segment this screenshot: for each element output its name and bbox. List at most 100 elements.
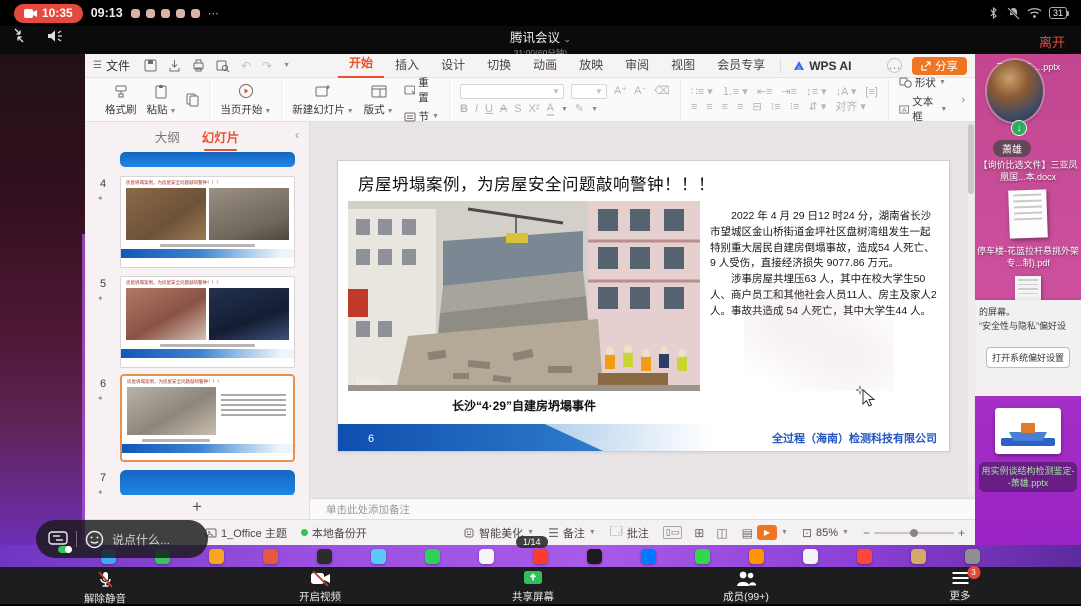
dock-app-icon[interactable] bbox=[857, 549, 872, 564]
line-spacing-icon[interactable]: ↕≡ ▾ bbox=[806, 87, 827, 98]
font-name-select[interactable]: ▼ bbox=[460, 84, 564, 99]
slide-6-thumbnail-selected[interactable]: 房屋坍塌案例，为房屋安全问题敲响警钟！！！ bbox=[120, 374, 295, 462]
notes-bar[interactable]: 单击此处添加备注 bbox=[310, 498, 975, 519]
play-from-current-button[interactable]: 当页开始 ▼ bbox=[220, 83, 271, 117]
tab-view[interactable]: 视图 bbox=[660, 52, 706, 78]
increase-indent-icon[interactable]: ⇥≡ bbox=[781, 87, 797, 98]
print-icon[interactable] bbox=[192, 59, 205, 72]
layout-button[interactable]: 版式 ▼ bbox=[364, 83, 394, 117]
meeting-title[interactable]: 腾讯会议 ⌄ bbox=[0, 27, 1081, 46]
copy-button[interactable] bbox=[186, 85, 199, 115]
justify-icon[interactable]: ≡ bbox=[737, 102, 743, 113]
dock-app-icon[interactable] bbox=[695, 549, 710, 564]
add-slide-button[interactable]: + bbox=[85, 495, 309, 519]
clear-format-icon[interactable]: ⌫ bbox=[654, 86, 670, 97]
zoom-in-icon[interactable]: + bbox=[958, 526, 965, 540]
slide-7-thumbnail-partial[interactable] bbox=[120, 470, 295, 495]
tab-home[interactable]: 开始 bbox=[338, 50, 384, 78]
save-icon[interactable] bbox=[144, 59, 157, 72]
chevron-down-icon[interactable]: ▼ bbox=[283, 62, 290, 69]
tab-animation[interactable]: 动画 bbox=[522, 52, 568, 78]
desktop-file-pptx2[interactable]: 用实例谈结构检测鉴定--萧雄.pptx bbox=[979, 462, 1077, 492]
chevron-down-icon[interactable]: ▼ bbox=[781, 529, 788, 536]
pptx2-thumbnail[interactable] bbox=[995, 408, 1061, 454]
tab-review[interactable]: 审阅 bbox=[614, 52, 660, 78]
distribute-icon[interactable]: ⊟ bbox=[753, 102, 762, 113]
paragraph-spacing-icon[interactable]: ⇵ ▾ bbox=[809, 102, 827, 113]
download-icon[interactable]: ↓ bbox=[1011, 120, 1027, 136]
indent-more-icon[interactable]: ⁝≡ bbox=[771, 102, 781, 113]
decrease-font-icon[interactable]: A⁻ bbox=[634, 86, 647, 97]
undo-icon[interactable]: ↶ bbox=[241, 59, 251, 73]
tab-membership[interactable]: 会员专享 bbox=[706, 52, 776, 78]
zoom-level[interactable]: 85% bbox=[816, 527, 838, 539]
paste-button[interactable]: 粘贴 ▼ bbox=[147, 83, 177, 117]
slide-4-thumbnail[interactable]: 房屋坍塌案例，为房屋安全问题敲响警钟！！！ bbox=[120, 176, 295, 268]
file-menu[interactable]: ☰ 文件 bbox=[93, 57, 130, 74]
strikethrough-button[interactable]: S bbox=[514, 104, 521, 115]
slide-5-thumbnail[interactable]: 房屋坍塌案例，为房屋安全问题敲响警钟！！！ bbox=[120, 276, 295, 368]
notes-button[interactable]: ☰ 备注 ▼ bbox=[548, 525, 596, 541]
theme-button[interactable]: 1_Office 主题 bbox=[205, 525, 287, 541]
superscript-button[interactable]: X² bbox=[529, 104, 540, 115]
tab-insert[interactable]: 插入 bbox=[384, 52, 430, 78]
dock-app-icon[interactable] bbox=[425, 549, 440, 564]
ellipsis-icon[interactable]: … bbox=[887, 58, 902, 73]
normal-view-icon[interactable]: ▯▭ bbox=[663, 526, 682, 539]
underline-button[interactable]: U bbox=[485, 104, 493, 115]
canvas-scrollbar[interactable] bbox=[968, 124, 974, 494]
desktop-file-docx[interactable]: 【询价比选文件】三亚凤凰国...本.docx bbox=[975, 160, 1081, 183]
open-system-preferences-button[interactable]: 打开系统偏好设置 bbox=[986, 347, 1070, 368]
slide-3-thumbnail-partial[interactable] bbox=[120, 152, 295, 167]
slideshow-play-button[interactable]: ▶ bbox=[757, 525, 777, 540]
dock-app-icon[interactable] bbox=[371, 549, 386, 564]
more-button[interactable]: 3 更多 bbox=[950, 570, 971, 603]
fit-slide-icon[interactable]: ⊡ bbox=[802, 526, 812, 540]
desktop-file-pdf[interactable]: 停车楼-花篮拉杆悬挑外架专...制).pdf bbox=[975, 246, 1081, 269]
decrease-indent-icon[interactable]: ⇤≡ bbox=[757, 87, 773, 98]
increase-font-icon[interactable]: A⁺ bbox=[614, 86, 627, 97]
dock-app-icon[interactable] bbox=[641, 549, 656, 564]
danmaku-icon[interactable] bbox=[48, 531, 68, 547]
avatar[interactable] bbox=[987, 60, 1043, 122]
danmaku-input-pill[interactable]: 说点什么... bbox=[36, 520, 208, 558]
align-left-icon[interactable]: ≡ bbox=[691, 102, 697, 113]
wps-ai-button[interactable]: WPS AI bbox=[780, 59, 851, 73]
phone-remote-icon[interactable]: ▤ bbox=[742, 526, 753, 540]
indent-less-icon[interactable]: ⁝≡ bbox=[790, 102, 800, 113]
font-color-button[interactable]: A bbox=[547, 103, 554, 116]
textbox-button[interactable]: A 文本框 ▼ bbox=[899, 94, 947, 124]
tab-outline[interactable]: 大纲 bbox=[155, 127, 180, 146]
docx-thumbnail[interactable] bbox=[1008, 189, 1048, 238]
tab-slides[interactable]: 幻灯片 bbox=[202, 127, 240, 146]
share-screen-button[interactable]: 共享屏幕 bbox=[512, 570, 554, 604]
emoji-icon[interactable] bbox=[85, 530, 104, 549]
ribbon-expand-chevron[interactable]: › bbox=[957, 80, 969, 119]
columns-icon[interactable]: [≡] bbox=[865, 87, 878, 98]
bullet-list-icon[interactable]: ∷≡ ▾ bbox=[691, 87, 713, 98]
members-button[interactable]: 成员(99+) bbox=[723, 570, 769, 604]
highlight-color-button[interactable]: ✎ bbox=[575, 104, 584, 115]
recording-pill[interactable]: 10:35 bbox=[14, 4, 83, 23]
tab-transition[interactable]: 切换 bbox=[476, 52, 522, 78]
align-objects-button[interactable]: 对齐 ▾ bbox=[835, 102, 866, 113]
dock-app-icon[interactable] bbox=[749, 549, 764, 564]
text-direction-icon[interactable]: ↓A ▾ bbox=[836, 87, 857, 98]
char-spacing-button[interactable]: A bbox=[500, 104, 507, 115]
start-video-button[interactable]: 开启视频 bbox=[299, 570, 341, 604]
danmaku-toggle-on[interactable] bbox=[58, 546, 72, 553]
current-slide[interactable]: 房屋坍塌案例，为房屋安全问题敲响警钟！！！ bbox=[337, 160, 950, 452]
output-icon[interactable] bbox=[168, 59, 181, 72]
shapes-button[interactable]: 形状 ▼ bbox=[899, 75, 947, 90]
align-right-icon[interactable]: ≡ bbox=[722, 102, 728, 113]
font-size-select[interactable]: ▼ bbox=[571, 84, 607, 99]
numbered-list-icon[interactable]: ⒈≡ ▾ bbox=[722, 87, 748, 98]
italic-button[interactable]: I bbox=[475, 104, 478, 115]
dock-app-icon[interactable] bbox=[587, 549, 602, 564]
new-slide-button[interactable]: 新建幻灯片 ▼ bbox=[292, 83, 353, 117]
reading-view-icon[interactable]: ◫ bbox=[716, 526, 727, 540]
local-backup-status[interactable]: 本地备份开 bbox=[301, 525, 367, 541]
dock-app-icon[interactable] bbox=[263, 549, 278, 564]
dock-app-icon[interactable] bbox=[533, 549, 548, 564]
format-painter-button[interactable]: 格式刷 bbox=[105, 83, 137, 117]
